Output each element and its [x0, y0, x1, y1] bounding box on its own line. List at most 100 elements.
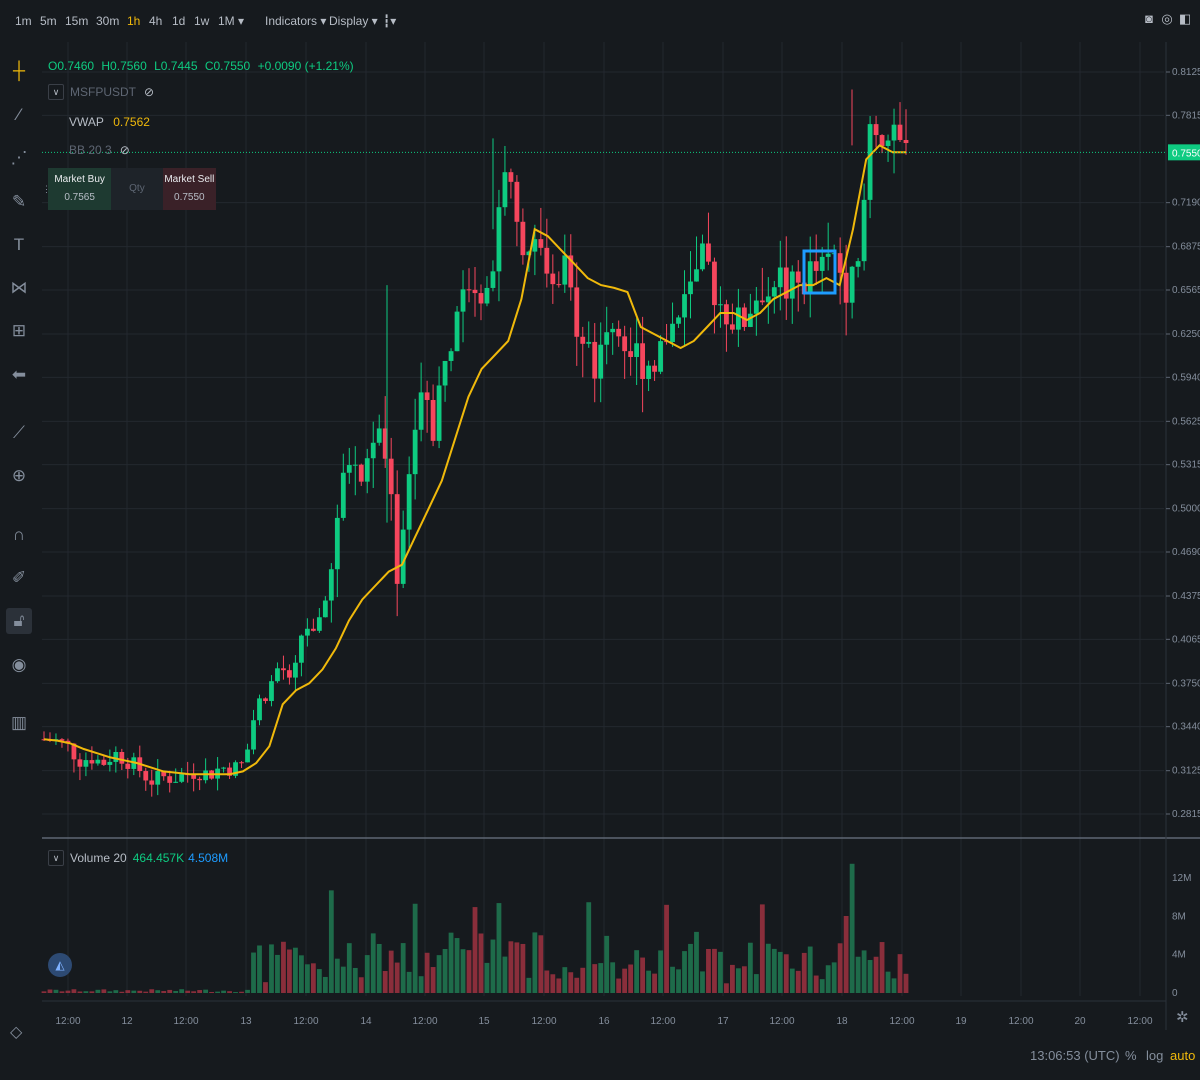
volume-bar — [293, 947, 298, 993]
price-tick-label: 0.6250 — [1172, 329, 1200, 340]
vwap-legend[interactable]: VWAP 0.7562 — [69, 115, 150, 129]
qty-input[interactable]: Qty — [111, 168, 163, 210]
volume-bar — [795, 970, 801, 993]
candle-body — [179, 774, 185, 782]
volume-bar — [143, 991, 149, 993]
candle-body — [574, 287, 580, 337]
volume-bar — [382, 971, 388, 993]
volume-bars — [41, 863, 909, 993]
candle-body — [490, 271, 496, 288]
quick-order-panel: ⋮ Market Buy 0.7565 Qty Market Sell 0.75… — [42, 168, 216, 210]
gear-icon[interactable]: ✲ — [1176, 1008, 1189, 1026]
volume-bar — [125, 990, 131, 993]
candle-body — [867, 124, 873, 200]
candle-body — [346, 465, 352, 473]
volume-bar — [789, 968, 795, 993]
volume-bar — [436, 955, 442, 993]
volume-bar — [191, 991, 197, 993]
candle-body — [837, 253, 843, 273]
volume-tick-label: 0 — [1172, 988, 1178, 999]
candle-body — [807, 261, 813, 295]
volume-bar — [885, 971, 891, 993]
candle-body — [682, 294, 687, 318]
volume-tick-label: 12M — [1172, 873, 1191, 884]
layers-icon[interactable]: ◇ — [10, 1022, 22, 1042]
volume-bar — [712, 948, 717, 993]
volume-bar — [316, 969, 322, 993]
volume-bar — [281, 941, 286, 993]
volume-bar — [622, 968, 628, 993]
volume-bar — [658, 950, 663, 993]
eye-off-icon[interactable]: ⊘ — [144, 85, 154, 99]
volume-bar — [418, 976, 424, 993]
volume-bar — [173, 991, 179, 993]
candle-body — [855, 261, 861, 267]
volume-bar — [388, 950, 394, 993]
candle-body — [520, 221, 526, 256]
candle-body — [263, 698, 268, 702]
volume-bar — [873, 956, 879, 993]
collapse-legend-button[interactable]: ∨ — [48, 84, 64, 100]
volume-bar — [430, 967, 436, 993]
volume-legend: ∨ Volume 20 464.457K 4.508M — [48, 850, 228, 866]
market-sell-price: 0.7550 — [174, 192, 205, 203]
log-scale-button[interactable]: log — [1146, 1048, 1163, 1063]
candle-body — [556, 284, 562, 286]
candle-body — [406, 474, 412, 530]
volume-bar — [245, 989, 250, 993]
volume-bar — [682, 951, 687, 993]
price-tick-label: 0.4065 — [1172, 634, 1200, 645]
collapse-volume-button[interactable]: ∨ — [48, 850, 64, 866]
chart-footer: 13:06:53 (UTC) % log auto — [0, 1040, 1200, 1070]
vwap-label: VWAP — [69, 115, 104, 129]
volume-bar — [149, 989, 155, 993]
price-chart[interactable]: 0.8125 0.7815 0.7190 0.6875 0.6565 0.6250 0.59… — [0, 0, 1200, 1080]
volume-bar — [652, 973, 657, 993]
volume-bar — [227, 991, 232, 993]
volume-bar — [694, 931, 699, 993]
candle-body — [107, 761, 113, 765]
volume-bar — [634, 950, 640, 993]
auto-scale-button[interactable]: auto — [1170, 1048, 1195, 1063]
volume-bar — [239, 991, 244, 993]
candle-body — [718, 304, 723, 306]
volume-bar — [167, 989, 173, 993]
candle-body — [281, 668, 286, 671]
bb-legend[interactable]: BB 20 3 ⊘ — [69, 143, 130, 157]
volume-bar — [777, 951, 783, 993]
volume-bar — [520, 943, 526, 993]
candle-body — [239, 762, 244, 764]
volume-bar — [209, 991, 215, 993]
volume-bar — [664, 904, 669, 993]
market-buy-button[interactable]: Market Buy 0.7565 — [48, 168, 112, 210]
time-tick-label: 12:00 — [531, 1016, 556, 1027]
candle-body — [622, 336, 628, 352]
volume-bar — [610, 962, 616, 993]
percent-scale-button[interactable]: % — [1125, 1048, 1137, 1063]
volume-bar — [275, 954, 280, 993]
candle-body — [304, 628, 310, 636]
volume-bar — [646, 970, 651, 993]
volume-bar — [849, 863, 855, 993]
price-tick-label: 0.4375 — [1172, 591, 1200, 602]
candle-body — [688, 281, 693, 295]
candle-body — [610, 328, 616, 333]
volume-bar — [759, 904, 765, 993]
price-tick-label: 0.5625 — [1172, 416, 1200, 427]
volume-bar — [867, 960, 873, 993]
price-tick-label: 0.3125 — [1172, 766, 1200, 777]
volume-bar — [526, 977, 532, 993]
market-sell-button[interactable]: Market Sell 0.7550 — [162, 168, 216, 210]
time-tick-label: 13 — [240, 1016, 252, 1027]
volume-bar — [724, 983, 729, 993]
candle-body — [861, 199, 867, 262]
volume-bar — [215, 991, 220, 993]
volume-bar — [855, 956, 861, 993]
volume-bar — [879, 942, 885, 993]
market-buy-price: 0.7565 — [64, 192, 95, 203]
time-tick-label: 12:00 — [769, 1016, 794, 1027]
candle-body — [334, 517, 340, 570]
eye-off-icon[interactable]: ⊘ — [120, 143, 130, 157]
vwap-line — [43, 144, 906, 776]
vwap-value: 0.7562 — [113, 115, 150, 129]
